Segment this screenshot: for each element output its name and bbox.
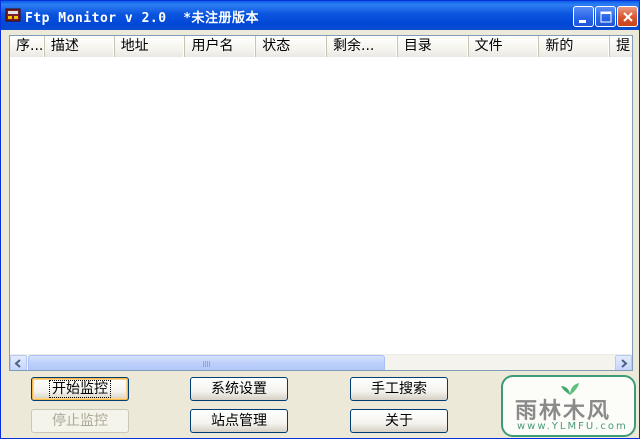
site-management-button[interactable]: 站点管理 [190,409,288,433]
minimize-icon [579,20,586,23]
list-header: 序... 描述 地址 用户名 状态 剩余... 目录 文件 新的 提 [10,36,632,57]
column-header-address[interactable]: 地址 [114,36,186,57]
close-icon [623,12,633,22]
arrow-right-icon [621,359,628,368]
column-header-index[interactable]: 序... [10,36,45,57]
site-list-view[interactable]: 序... 描述 地址 用户名 状态 剩余... 目录 文件 新的 提 [9,35,633,371]
app-icon [5,8,21,22]
system-settings-button[interactable]: 系统设置 [190,377,288,401]
stop-monitor-label: 停止监控 [52,413,108,429]
maximize-button[interactable] [595,6,616,27]
site-management-label: 站点管理 [211,413,267,429]
column-header-files[interactable]: 文件 [468,36,540,57]
title-bar[interactable]: Ftp Monitor v 2.0 *未注册版本 [1,1,639,30]
system-settings-label: 系统设置 [211,381,267,397]
minimize-button[interactable] [573,6,594,27]
close-button[interactable] [617,6,638,27]
scroll-thumb[interactable] [28,355,385,370]
column-header-directory[interactable]: 目录 [397,36,469,57]
maximize-icon [600,11,612,23]
manual-search-label: 手工搜索 [371,381,427,397]
arrow-left-icon [14,359,21,368]
column-header-status[interactable]: 状态 [256,36,328,57]
start-monitor-button[interactable]: 开始监控 [31,377,129,401]
stop-monitor-button[interactable]: 停止监控 [31,409,129,433]
about-button[interactable]: 关于 [350,409,448,433]
list-body[interactable] [10,57,632,354]
scroll-right-button[interactable] [615,355,632,370]
column-header-remaining[interactable]: 剩余... [327,36,398,57]
scroll-left-button[interactable] [10,355,27,370]
manual-search-button[interactable]: 手工搜索 [350,377,448,401]
app-window: Ftp Monitor v 2.0 *未注册版本 序... 描述 地址 用户名 … [0,0,640,439]
column-header-username[interactable]: 用户名 [185,36,257,57]
watermark-url: www.YLMFU.com [517,421,628,432]
start-monitor-label: 开始监控 [49,380,111,398]
watermark-logo: 雨林木风 www.YLMFU.com [501,375,636,437]
horizontal-scrollbar[interactable] [10,354,632,370]
column-header-new[interactable]: 新的 [539,36,611,57]
grip-icon [202,361,211,367]
about-label: 关于 [385,413,413,429]
column-header-extra[interactable]: 提 [610,36,632,57]
window-title: Ftp Monitor v 2.0 *未注册版本 [25,11,260,26]
column-header-description[interactable]: 描述 [44,36,115,57]
